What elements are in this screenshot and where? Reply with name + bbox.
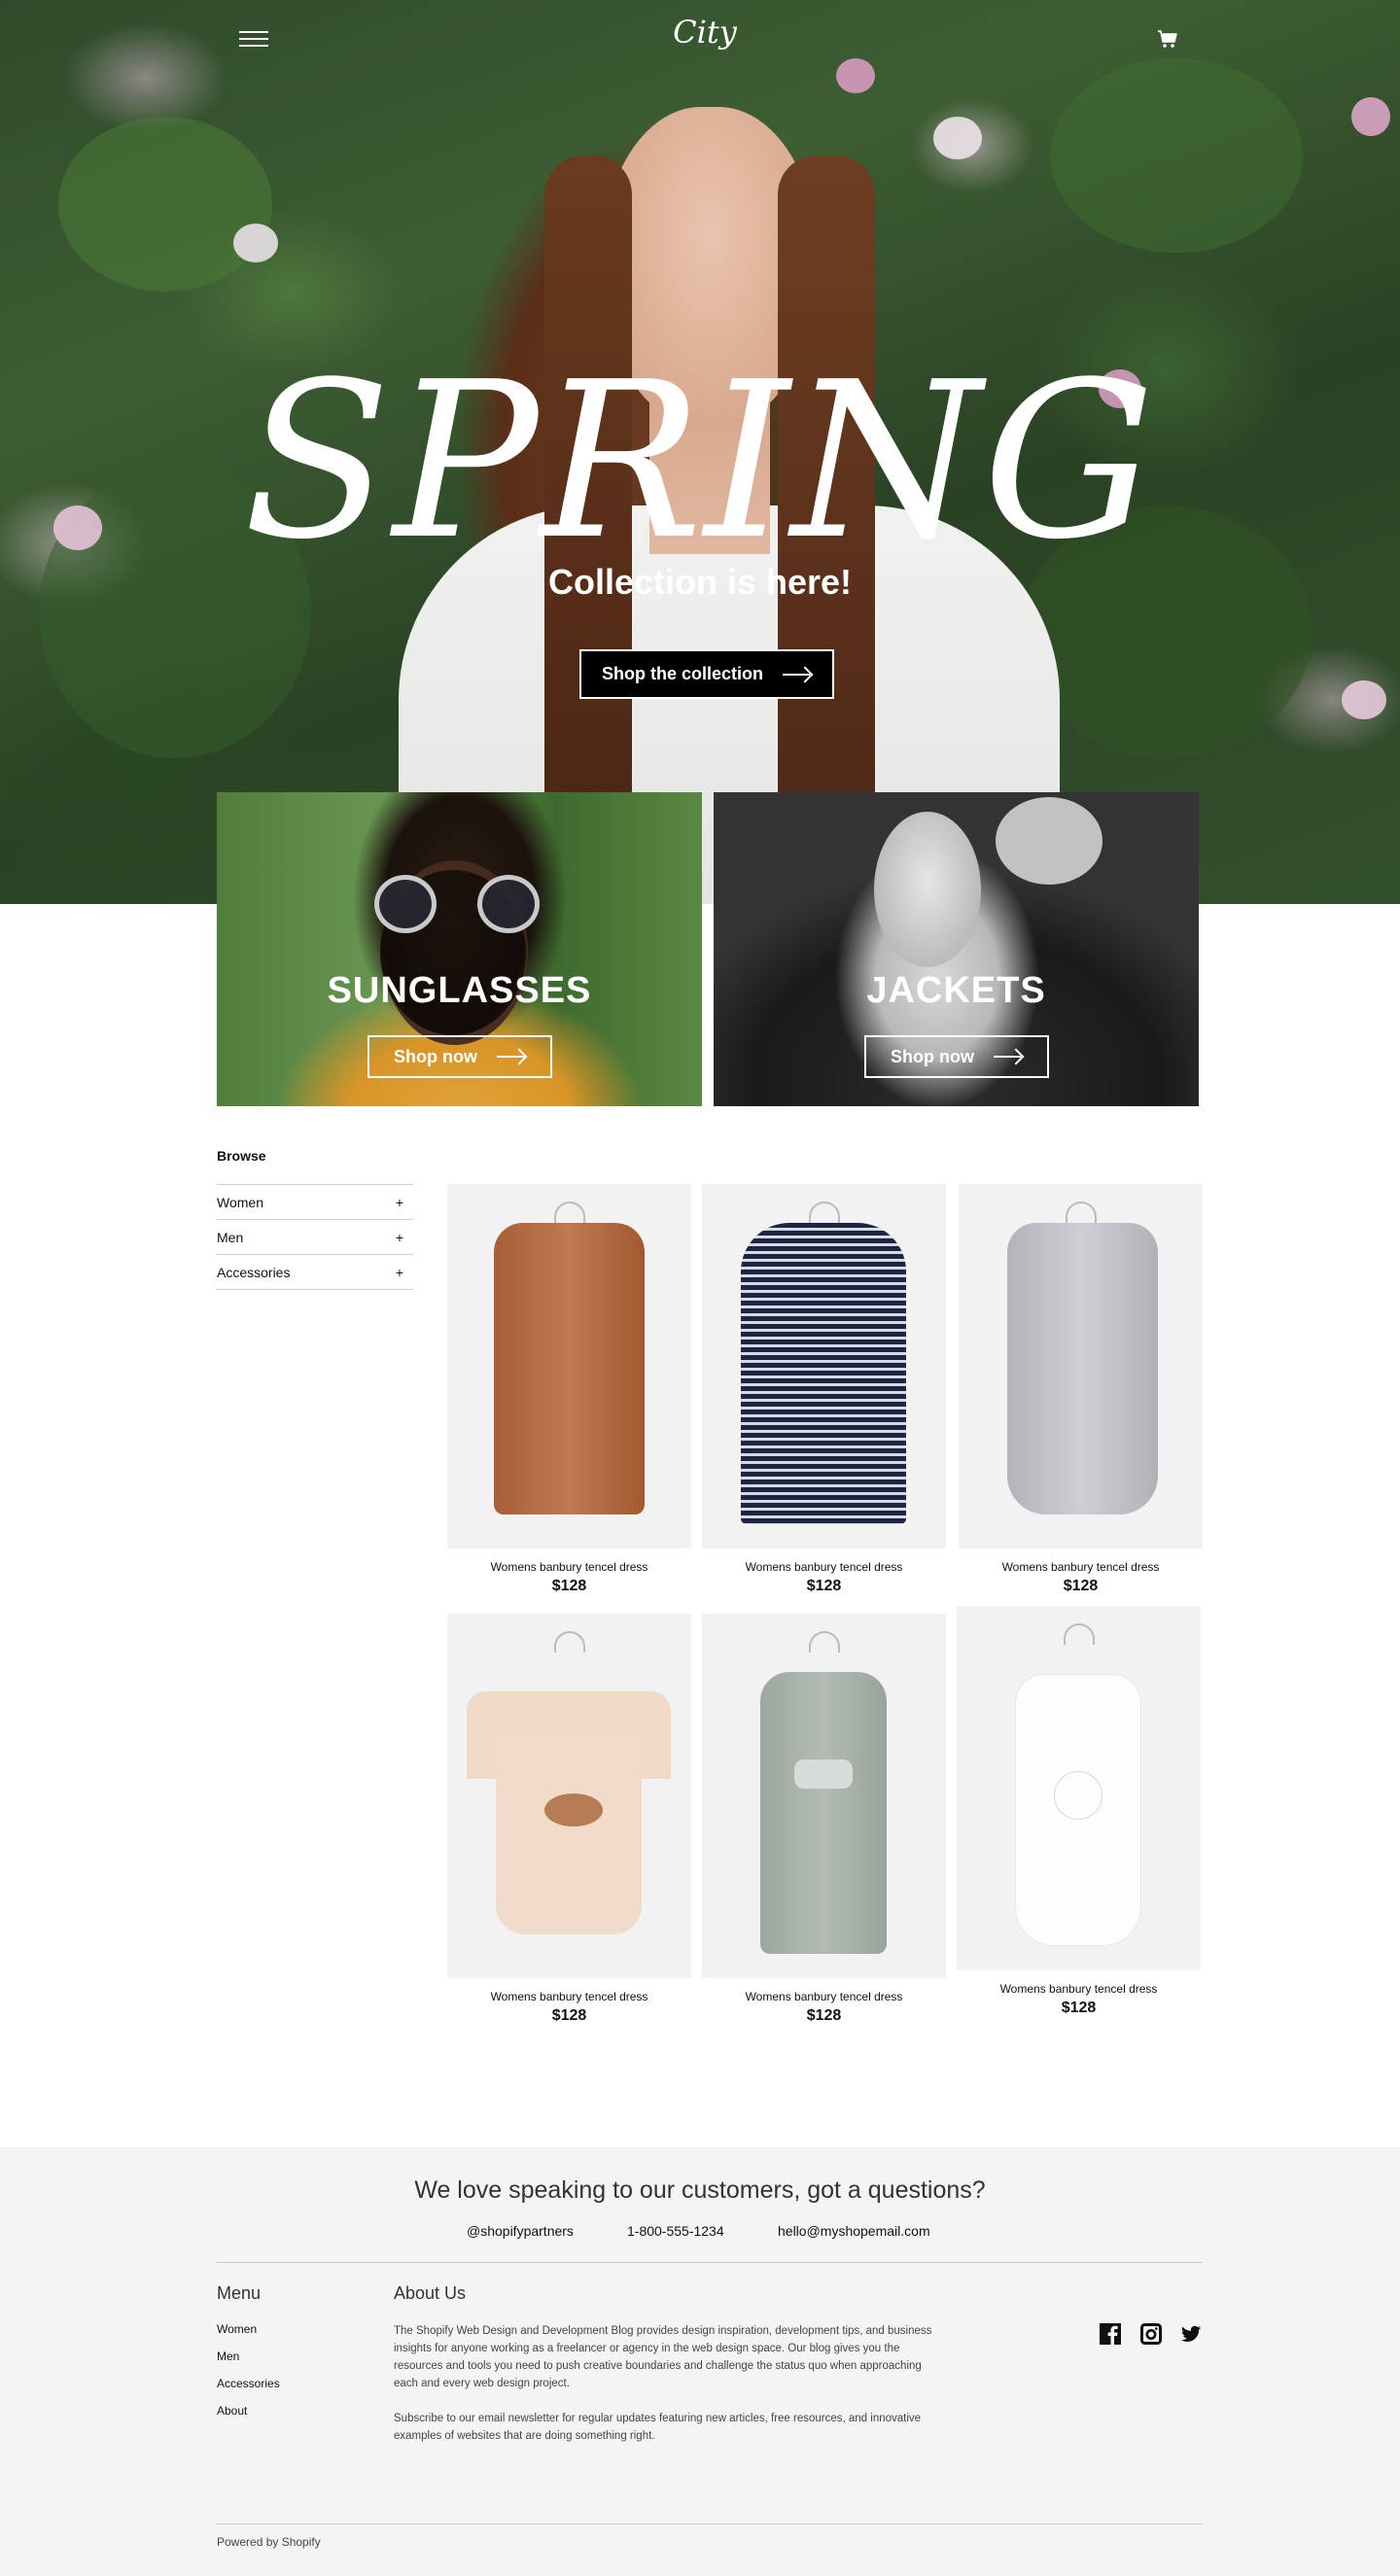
tshirt-print	[544, 1793, 603, 1827]
browse-item-label: Women	[217, 1194, 263, 1210]
facebook-icon[interactable]	[1100, 2323, 1121, 2345]
hanger	[554, 1201, 585, 1223]
contact-email[interactable]: hello@myshopemail.com	[778, 2223, 930, 2239]
sunglasses-lens-left	[374, 875, 437, 933]
flower	[233, 224, 278, 262]
promo-model-arm	[996, 797, 1102, 885]
hanger	[1064, 1623, 1095, 1645]
shop-now-button[interactable]: Shop now	[864, 1035, 1049, 1078]
product-card[interactable]: Womens banbury tencel dress $128	[959, 1184, 1203, 1595]
product-card[interactable]: Womens banbury tencel dress $128	[447, 1614, 691, 2025]
product-card[interactable]: Womens banbury tencel dress $128	[957, 1606, 1201, 2017]
browse-item-men[interactable]: Men +	[217, 1220, 413, 1255]
hanger	[809, 1631, 840, 1653]
hero-subtitle: Collection is here!	[547, 562, 853, 602]
hanger	[554, 1631, 585, 1653]
product-image[interactable]	[447, 1184, 691, 1549]
powered-by[interactable]: Powered by Shopify	[217, 2535, 321, 2549]
product-price: $128	[551, 1578, 587, 1594]
sunglasses-lens-right	[477, 875, 540, 933]
product-price: $128	[806, 1578, 842, 1594]
foliage	[1050, 58, 1303, 253]
browse-title: Browse	[217, 1148, 266, 1164]
product-image[interactable]	[447, 1614, 691, 1978]
hanger	[809, 1201, 840, 1223]
product-price: $128	[551, 2007, 587, 2024]
newsletter-paragraph: Subscribe to our email newsletter for re…	[394, 2413, 922, 2442]
product-price: $128	[806, 2007, 842, 2024]
promo-title-jackets: JACKETS	[866, 970, 1046, 1011]
tank-print	[1054, 1771, 1102, 1820]
striped-dress	[741, 1223, 906, 1524]
expand-plus-icon[interactable]: +	[396, 1195, 403, 1210]
promo-sunglasses[interactable]: SUNGLASSES Shop now	[217, 792, 702, 1106]
shirt-dress	[1007, 1223, 1158, 1514]
arrow-right-icon	[783, 668, 812, 681]
tank-print	[794, 1759, 853, 1789]
product-price: $128	[1061, 2000, 1097, 2016]
footer-headline: We love speaking to our customers, got a…	[414, 2176, 986, 2204]
promo-title-sunglasses: SUNGLASSES	[327, 970, 592, 1011]
shop-now-label: Shop now	[891, 1046, 974, 1066]
tshirt-body	[496, 1730, 642, 1934]
product-image[interactable]	[959, 1184, 1203, 1549]
browse-item-label: Accessories	[217, 1264, 291, 1280]
shop-now-button[interactable]: Shop now	[368, 1035, 552, 1078]
shop-collection-button[interactable]: Shop the collection	[579, 649, 834, 699]
hamburger-menu-icon[interactable]	[239, 29, 268, 49]
product-name[interactable]: Womens banbury tencel dress	[959, 1560, 1203, 1574]
flower	[1342, 680, 1386, 719]
product-card[interactable]: Womens banbury tencel dress $128	[702, 1614, 946, 2025]
product-price: $128	[1063, 1578, 1099, 1594]
browse-item-accessories[interactable]: Accessories +	[217, 1255, 413, 1290]
product-name[interactable]: Womens banbury tencel dress	[702, 1560, 946, 1574]
browse-item-label: Men	[217, 1229, 244, 1245]
twitter-icon[interactable]	[1180, 2323, 1202, 2345]
product-image[interactable]	[702, 1184, 946, 1549]
tank-top	[760, 1672, 887, 1954]
footer-menu-item-women[interactable]: Women	[217, 2322, 280, 2350]
hanger	[1066, 1201, 1097, 1223]
product-card[interactable]: Womens banbury tencel dress $128	[702, 1184, 946, 1595]
promo-model-face	[874, 812, 981, 967]
divider	[217, 2262, 1203, 2263]
product-card[interactable]: Womens banbury tencel dress $128	[447, 1184, 691, 1595]
cart-icon[interactable]	[1157, 29, 1178, 49]
footer-about-title: About Us	[394, 2283, 467, 2303]
product-name[interactable]: Womens banbury tencel dress	[702, 1990, 946, 2003]
footer-menu-item-about[interactable]: About	[217, 2404, 280, 2431]
expand-plus-icon[interactable]: +	[396, 1265, 403, 1280]
foliage	[58, 117, 272, 292]
contact-social[interactable]: @shopifypartners	[467, 2223, 574, 2239]
promo-jackets[interactable]: JACKETS Shop now	[714, 792, 1199, 1106]
hero-banner: City SPRING Collection is here! Shop the…	[0, 0, 1400, 904]
arrow-right-icon	[496, 1050, 526, 1063]
shop-now-label: Shop now	[394, 1046, 477, 1066]
hero-title: SPRING	[243, 336, 1157, 587]
product-image[interactable]	[957, 1606, 1201, 1970]
product-name[interactable]: Womens banbury tencel dress	[957, 1982, 1201, 1996]
footer-menu-item-men[interactable]: Men	[217, 2350, 280, 2377]
expand-plus-icon[interactable]: +	[396, 1230, 403, 1245]
contact-phone[interactable]: 1-800-555-1234	[627, 2223, 724, 2239]
logo[interactable]: City	[671, 14, 739, 51]
arrow-right-icon	[993, 1050, 1023, 1063]
footer-menu-item-accessories[interactable]: Accessories	[217, 2377, 280, 2404]
flower	[1351, 97, 1390, 136]
about-paragraph: The Shopify Web Design and Development B…	[394, 2325, 932, 2389]
flower	[933, 117, 982, 159]
instagram-icon[interactable]	[1140, 2323, 1162, 2345]
product-image[interactable]	[702, 1614, 946, 1978]
footer-menu: Women Men Accessories About	[217, 2322, 280, 2431]
browse-list: Women + Men + Accessories +	[217, 1184, 413, 1290]
browse-item-women[interactable]: Women +	[217, 1185, 413, 1220]
shop-collection-label: Shop the collection	[601, 664, 763, 683]
product-name[interactable]: Womens banbury tencel dress	[447, 1990, 691, 2003]
product-name[interactable]: Womens banbury tencel dress	[447, 1560, 691, 1574]
shirt-dress	[494, 1223, 645, 1514]
footer-menu-title: Menu	[217, 2283, 262, 2303]
